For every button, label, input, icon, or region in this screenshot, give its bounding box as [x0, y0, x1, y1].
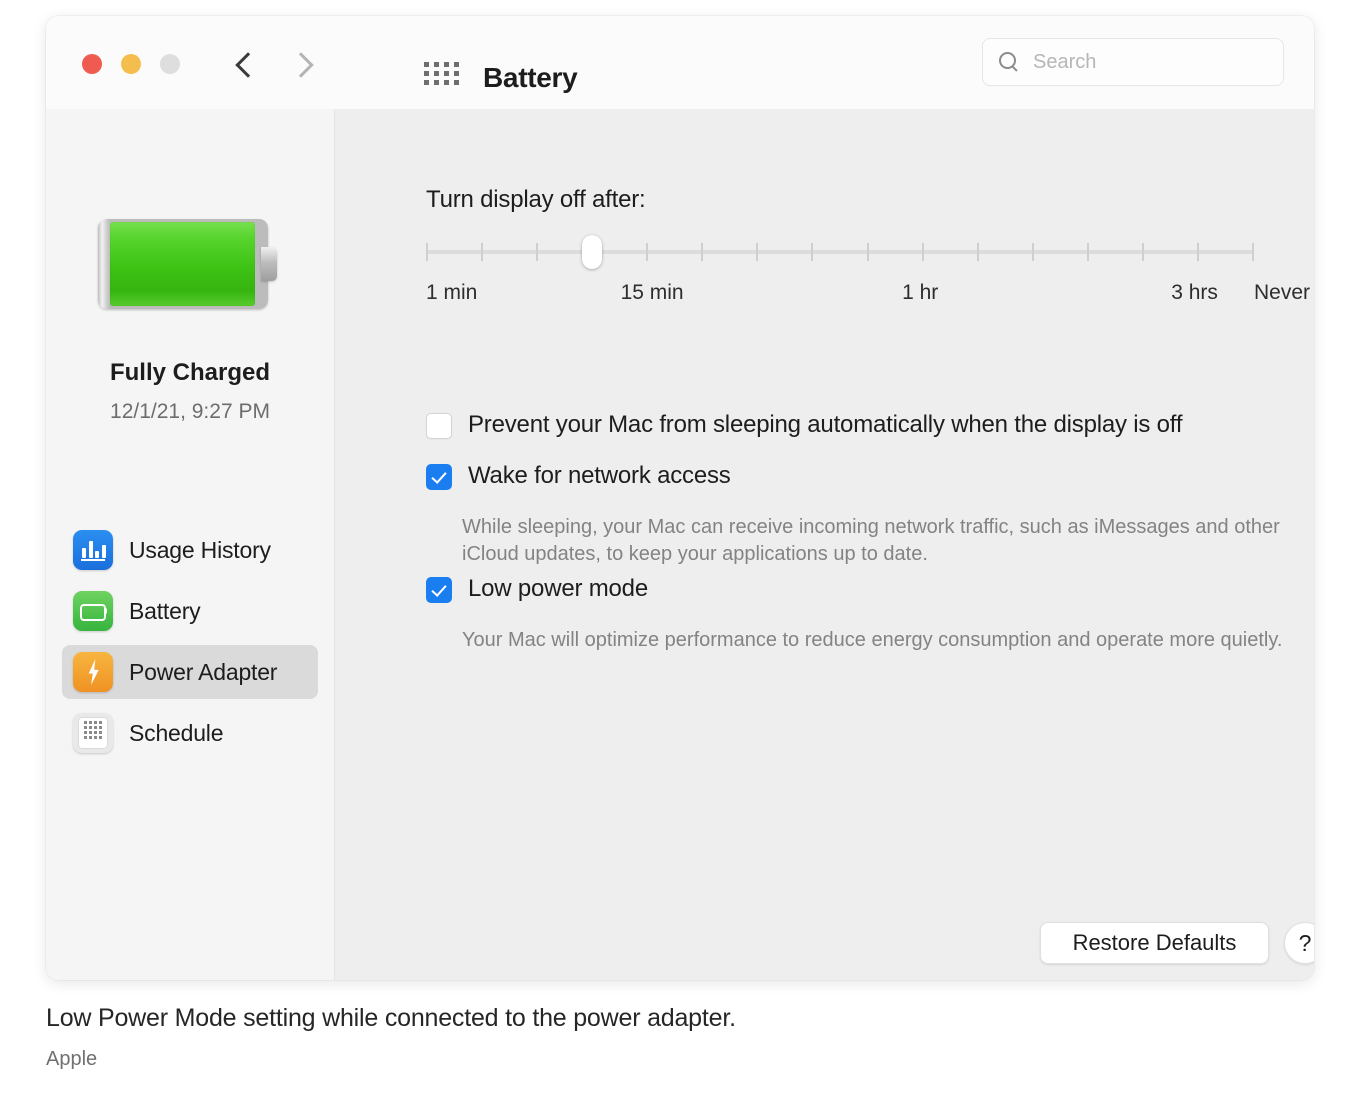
grid-dot [424, 62, 429, 67]
option-description: While sleeping, your Mac can receive inc… [462, 514, 1292, 568]
show-all-grid-icon[interactable] [424, 62, 459, 85]
grid-dot [434, 71, 439, 76]
slider-tick [811, 243, 813, 261]
sidebar-item-schedule[interactable]: Schedule [62, 706, 318, 760]
option-wake-network[interactable]: Wake for network access [426, 462, 731, 490]
sidebar-item-label: Battery [129, 598, 200, 625]
sidebar: Fully Charged 12/1/21, 9:27 PM Usage His… [46, 109, 335, 980]
slider-tick [922, 243, 924, 261]
grid-dot [454, 62, 459, 67]
slider-tick [426, 243, 428, 261]
slider-thumb[interactable] [582, 235, 602, 269]
slider-ticks [426, 243, 1254, 261]
battery-outline [80, 604, 106, 621]
battery-icon [73, 591, 113, 631]
slider-tick [977, 243, 979, 261]
bar-chart-baseline [81, 559, 105, 561]
sidebar-nav-list: Usage History Battery Power Adapter [46, 523, 334, 767]
option-description: Your Mac will optimize performance to re… [462, 627, 1292, 654]
option-prevent-sleep[interactable]: Prevent your Mac from sleeping automatic… [426, 411, 1182, 439]
slider-tick-label: 1 hr [902, 281, 938, 305]
help-button[interactable]: ? [1284, 922, 1314, 964]
window-controls [82, 54, 180, 74]
option-label: Low power mode [468, 575, 648, 603]
slider-tick [1142, 243, 1144, 261]
slider-tick [756, 243, 758, 261]
slider-tick [1252, 243, 1254, 261]
usage-history-icon [73, 530, 113, 570]
slider-tick [646, 243, 648, 261]
battery-full-icon [98, 219, 282, 309]
display-sleep-slider[interactable] [426, 235, 1254, 269]
slider-tick-label: 15 min [621, 281, 684, 305]
grid-dot [444, 62, 449, 67]
slider-tick-labels: 1 min15 min1 hr3 hrsNever [426, 281, 1306, 309]
search-field[interactable] [982, 38, 1284, 86]
option-low-power-mode[interactable]: Low power mode [426, 575, 648, 603]
close-button[interactable] [82, 54, 102, 74]
sidebar-item-label: Power Adapter [129, 659, 277, 686]
option-label: Prevent your Mac from sleeping automatic… [468, 411, 1182, 439]
checkbox-prevent-sleep[interactable] [426, 413, 452, 439]
minimize-button[interactable] [121, 54, 141, 74]
battery-status-text: Fully Charged [46, 359, 334, 387]
slider-tick-label: 1 min [426, 281, 477, 305]
checkbox-low-power-mode[interactable] [426, 577, 452, 603]
slider-tick [536, 243, 538, 261]
turn-display-off-label: Turn display off after: [426, 186, 646, 214]
search-icon [999, 52, 1019, 72]
slider-tick [867, 243, 869, 261]
grid-dot [424, 71, 429, 76]
sidebar-item-battery[interactable]: Battery [62, 584, 318, 638]
sidebar-item-usage-history[interactable]: Usage History [62, 523, 318, 577]
bar-chart-bars [82, 541, 106, 558]
battery-cap [261, 247, 277, 281]
forward-chevron-icon[interactable] [292, 48, 312, 80]
sidebar-item-power-adapter[interactable]: Power Adapter [62, 645, 318, 699]
option-label: Wake for network access [468, 462, 731, 490]
grid-dot [424, 80, 429, 85]
content-pane: Turn display off after: 1 min 15 min 1 hr 3… [335, 109, 1314, 980]
back-chevron-icon[interactable] [234, 48, 254, 80]
schedule-icon [73, 713, 113, 753]
grid-dot [434, 62, 439, 67]
slider-tick-label: 3 hrs [1171, 281, 1218, 305]
lightning-bolt-icon [86, 659, 101, 685]
grid-dot [434, 80, 439, 85]
grid-dot [444, 71, 449, 76]
power-adapter-icon [73, 652, 113, 692]
battery-fill [110, 222, 255, 306]
slider-tick [1032, 243, 1034, 261]
grid-dot [444, 80, 449, 85]
window-title: Battery [483, 62, 577, 94]
slider-tick [1087, 243, 1089, 261]
slider-tick [481, 243, 483, 261]
calendar-grid [84, 721, 102, 739]
window-titlebar: Battery [46, 16, 1314, 110]
battery-terminal [104, 608, 107, 614]
checkbox-wake-network[interactable] [426, 464, 452, 490]
system-preferences-window: Battery Fully Charged 12/1/21, 9:27 PM [46, 16, 1314, 980]
slider-tick-label: Never [1254, 281, 1310, 305]
sidebar-item-label: Usage History [129, 537, 271, 564]
page-root: Battery Fully Charged 12/1/21, 9:27 PM [0, 0, 1368, 1100]
calendar-icon [79, 718, 107, 748]
battery-timestamp: 12/1/21, 9:27 PM [46, 400, 334, 424]
slider-tick [1197, 243, 1199, 261]
slider-tick [701, 243, 703, 261]
battery-body [98, 219, 268, 309]
navigation-buttons [234, 48, 312, 80]
caption-credit: Apple [46, 1048, 97, 1071]
grid-dot [454, 71, 459, 76]
caption-title: Low Power Mode setting while connected t… [46, 1004, 736, 1033]
restore-defaults-button[interactable]: Restore Defaults [1040, 922, 1269, 964]
sidebar-item-label: Schedule [129, 720, 223, 747]
zoom-button[interactable] [160, 54, 180, 74]
search-input[interactable] [1031, 50, 1260, 75]
grid-dot [454, 80, 459, 85]
